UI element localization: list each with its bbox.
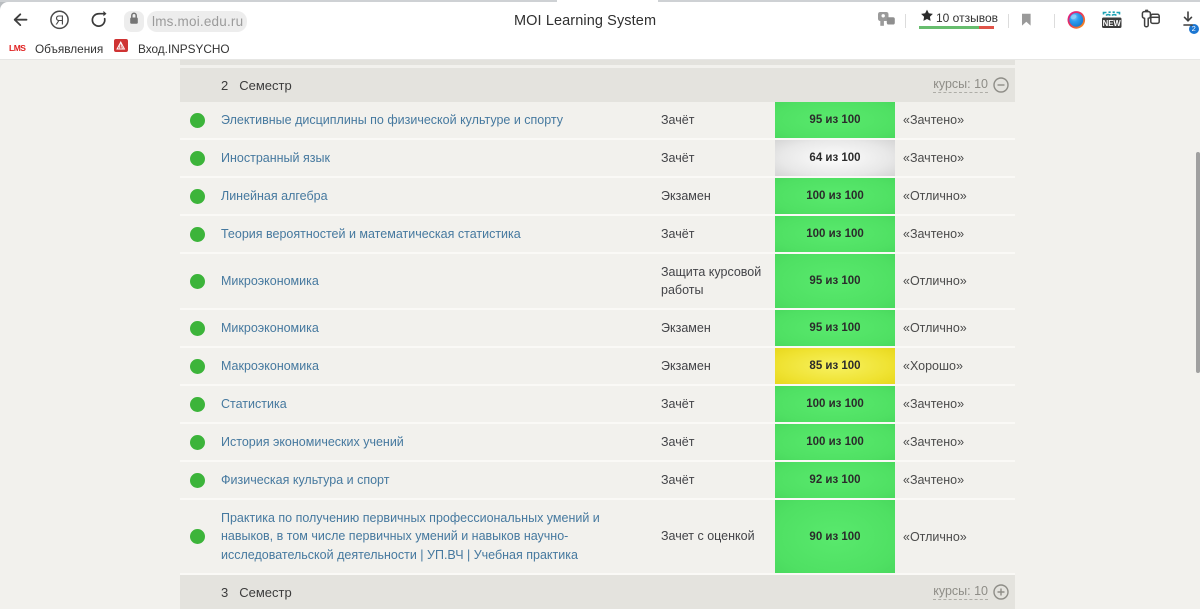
svg-text:Я: Я [55,13,64,27]
svg-text:NEW: NEW [1103,19,1122,28]
